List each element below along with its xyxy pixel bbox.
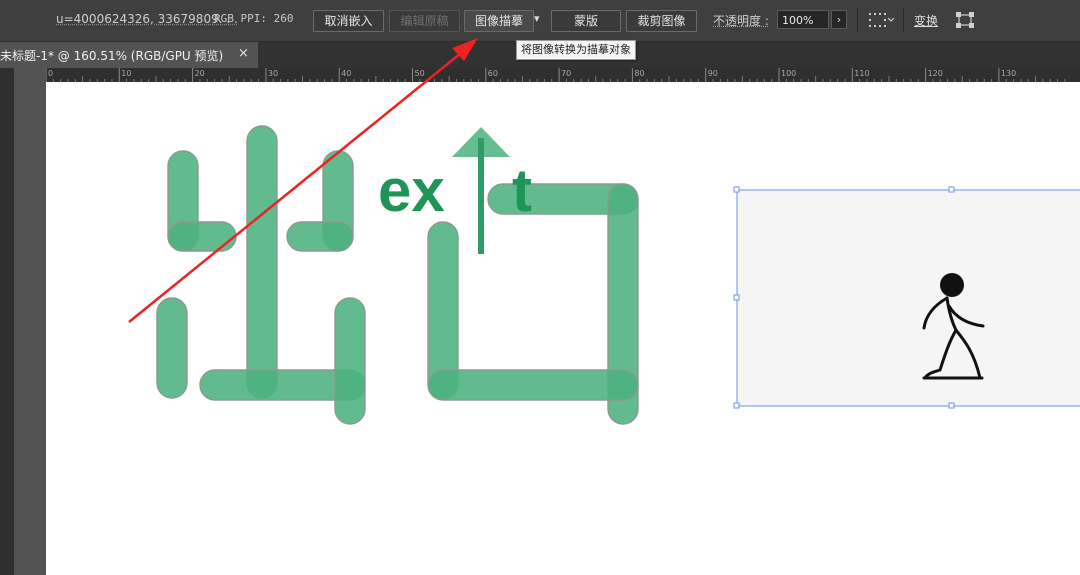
artboard[interactable] — [46, 82, 1080, 575]
ruler-tick-label: 0 — [48, 69, 53, 78]
mask-button[interactable]: 蒙版 — [551, 10, 621, 32]
close-icon[interactable]: × — [238, 46, 249, 61]
edit-original-button[interactable]: 编辑原稿 — [389, 10, 460, 32]
color-mode-info: RGB PPI: 260 — [214, 12, 294, 25]
transform-link[interactable]: 变换 — [914, 12, 938, 29]
horizontal-ruler[interactable]: 0 10 20 30 40 50 60 70 80 90 100 110 120 130 — [46, 68, 1080, 83]
ruler-ticks: 0 10 20 30 40 50 60 70 80 90 100 110 120 130 — [46, 68, 1066, 82]
divider — [903, 8, 904, 32]
cancel-embed-button[interactable]: 取消嵌入 — [313, 10, 384, 32]
opacity-label[interactable]: 不透明度 : — [713, 12, 769, 29]
opacity-input[interactable]: 100% — [777, 10, 829, 29]
control-bar: u=4000624326, 33679809. . . RGB PPI: 260… — [0, 0, 1080, 42]
ruler-tick-label: 130 — [1001, 69, 1016, 78]
divider — [857, 8, 858, 32]
image-trace-button[interactable]: 图像描摹 — [464, 10, 534, 32]
image-trace-tooltip: 将图像转换为描摹对象 — [516, 40, 636, 60]
ruler-tick-label: 50 — [415, 69, 425, 78]
ruler-tick-label: 70 — [561, 69, 571, 78]
transform-bounds-icon[interactable] — [955, 11, 975, 29]
ruler-tick-label: 100 — [781, 69, 796, 78]
ruler-tick-label: 10 — [121, 69, 131, 78]
crop-image-button[interactable]: 裁剪图像 — [626, 10, 697, 32]
ruler-tick-label: 80 — [634, 69, 644, 78]
ruler-tick-label: 20 — [195, 69, 205, 78]
document-tab-title: 未标题-1* @ 160.51% (RGB/GPU 预览) — [0, 49, 224, 63]
opacity-arrow-icon[interactable]: › — [831, 10, 847, 29]
document-tab[interactable]: 未标题-1* @ 160.51% (RGB/GPU 预览) × — [0, 42, 258, 68]
linked-file-name[interactable]: u=4000624326, 33679809. . . — [56, 12, 238, 26]
ruler-tick-label: 90 — [708, 69, 718, 78]
ruler-tick-label: 120 — [928, 69, 943, 78]
align-options-icon[interactable] — [868, 12, 896, 28]
ruler-tick-label: 110 — [854, 69, 869, 78]
vertical-ruler[interactable] — [0, 68, 14, 575]
ruler-tick-label: 40 — [341, 69, 351, 78]
image-trace-dropdown-icon[interactable]: ▾ — [534, 12, 540, 25]
ruler-tick-label: 60 — [488, 69, 498, 78]
ruler-tick-label: 30 — [268, 69, 278, 78]
